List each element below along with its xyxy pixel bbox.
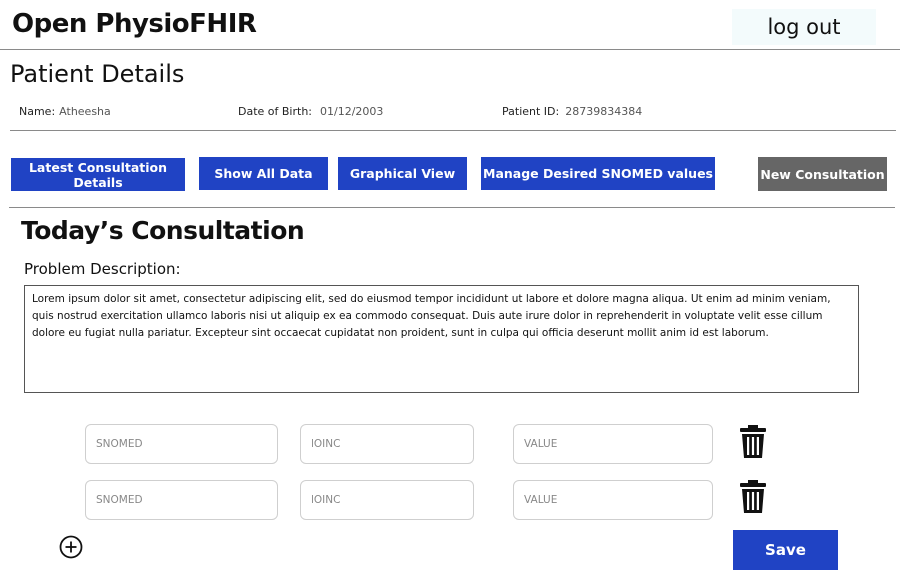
value-input[interactable] (513, 480, 713, 520)
patient-dob-label: Date of Birth: (238, 105, 313, 118)
patient-details-title: Patient Details (10, 60, 185, 88)
patient-dob-value: 01/12/2003 (320, 105, 384, 118)
show-all-data-button[interactable]: Show All Data (199, 157, 328, 190)
patient-divider (10, 130, 896, 131)
new-consultation-button[interactable]: New Consultation (758, 157, 887, 191)
patient-name-label: Name: (19, 105, 56, 118)
nav-divider (9, 207, 895, 208)
patient-dob: Date of Birth: 01/12/2003 (238, 105, 383, 118)
manage-snomed-button[interactable]: Manage Desired SNOMED values (481, 157, 715, 190)
patient-name-value: Atheesha (59, 105, 111, 118)
patient-id-label: Patient ID: (502, 105, 560, 118)
add-circle-icon[interactable] (59, 535, 83, 559)
patient-id-value: 28739834384 (565, 105, 643, 118)
trash-icon[interactable] (739, 480, 767, 514)
latest-consultation-button[interactable]: Latest Consultation Details (11, 158, 185, 191)
trash-icon[interactable] (739, 425, 767, 459)
graphical-view-button[interactable]: Graphical View (338, 157, 467, 190)
patient-id: Patient ID: 28739834384 (502, 105, 642, 118)
loinc-input[interactable] (300, 424, 474, 464)
save-button[interactable]: Save (733, 530, 838, 570)
consultation-title: Today’s Consultation (21, 216, 305, 245)
patient-name: Name: Atheesha (19, 105, 111, 118)
loinc-input[interactable] (300, 480, 474, 520)
problem-description-textarea[interactable]: Lorem ipsum dolor sit amet, consectetur … (24, 285, 859, 393)
snomed-input[interactable] (85, 424, 278, 464)
header-divider (0, 49, 900, 50)
value-input[interactable] (513, 424, 713, 464)
snomed-input[interactable] (85, 480, 278, 520)
problem-description-label: Problem Description: (24, 260, 181, 278)
app-title: Open PhysioFHIR (12, 9, 257, 39)
logout-button[interactable]: log out (732, 9, 876, 45)
